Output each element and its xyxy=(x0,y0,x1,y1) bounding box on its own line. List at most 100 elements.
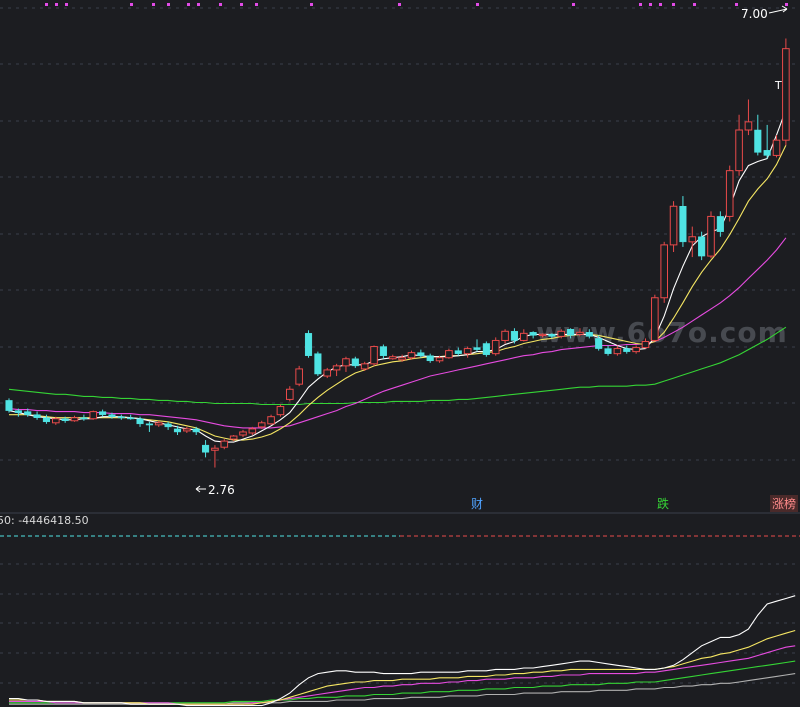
candle[interactable] xyxy=(454,347,462,356)
candle-body-up xyxy=(707,215,715,257)
candle-body-up xyxy=(154,422,163,426)
candle-body-down xyxy=(679,206,687,243)
candle-body-down xyxy=(454,350,462,354)
candle[interactable] xyxy=(501,329,509,344)
candle[interactable] xyxy=(782,38,790,146)
candle[interactable] xyxy=(332,363,341,377)
candle[interactable] xyxy=(286,386,294,402)
candle-body-down xyxy=(595,338,603,349)
candle[interactable] xyxy=(314,351,322,377)
candle[interactable] xyxy=(772,135,781,158)
candle-body-up xyxy=(407,352,416,359)
candle[interactable] xyxy=(482,341,490,357)
candle-body-up xyxy=(613,348,622,355)
candle[interactable] xyxy=(445,348,453,359)
top-marker xyxy=(659,3,662,6)
candle-body-down xyxy=(314,353,322,375)
candle[interactable] xyxy=(725,165,734,222)
candle-body-up xyxy=(276,406,285,416)
candle-body-up xyxy=(248,428,257,434)
candle[interactable] xyxy=(323,367,332,379)
candle[interactable] xyxy=(669,201,678,252)
candlestick-series[interactable] xyxy=(5,38,790,468)
candle[interactable] xyxy=(192,426,200,435)
candle-body-up xyxy=(641,340,650,349)
candle[interactable] xyxy=(651,294,659,342)
top-marker xyxy=(639,3,642,6)
candle[interactable] xyxy=(351,356,359,368)
candle-body-down xyxy=(426,355,434,362)
candle-body-up xyxy=(632,347,640,353)
candle[interactable] xyxy=(744,99,753,136)
candle[interactable] xyxy=(183,426,191,433)
signal-label: T xyxy=(774,79,782,92)
candle[interactable] xyxy=(80,414,88,421)
candle[interactable] xyxy=(763,124,771,159)
candle[interactable] xyxy=(276,404,285,417)
candle-body-down xyxy=(379,346,387,356)
candle[interactable] xyxy=(342,356,350,372)
candle[interactable] xyxy=(33,411,41,420)
candle-body-down xyxy=(14,410,22,413)
candle[interactable] xyxy=(89,410,98,420)
candle[interactable] xyxy=(520,329,528,342)
candle-body-down xyxy=(202,444,210,453)
candle[interactable] xyxy=(5,398,13,413)
candle[interactable] xyxy=(463,346,472,358)
candle-body-up xyxy=(538,333,547,337)
candle-body-down xyxy=(623,348,631,352)
candle[interactable] xyxy=(360,361,369,371)
candle-body-up xyxy=(398,357,406,361)
top-marker xyxy=(735,3,738,6)
top-marker xyxy=(45,3,48,6)
candle[interactable] xyxy=(660,241,669,303)
event-tags: 财 跌 涨榜 xyxy=(471,495,798,512)
event-tag-fall: 跌 xyxy=(657,496,669,511)
candle[interactable] xyxy=(164,421,172,430)
candle[interactable] xyxy=(388,354,397,360)
candle[interactable] xyxy=(491,337,500,356)
candle[interactable] xyxy=(117,414,125,420)
candle-body-down xyxy=(61,418,69,422)
candle[interactable] xyxy=(267,414,275,425)
candle[interactable] xyxy=(417,349,425,358)
candle[interactable] xyxy=(154,420,163,427)
top-marker xyxy=(310,3,313,6)
candle[interactable] xyxy=(379,344,387,359)
candle-body-down xyxy=(127,417,135,420)
candle[interactable] xyxy=(202,440,210,458)
candle[interactable] xyxy=(304,330,313,358)
candle-body-down xyxy=(108,414,116,417)
candle[interactable] xyxy=(679,196,687,247)
candle[interactable] xyxy=(473,339,481,352)
candle[interactable] xyxy=(510,328,518,344)
top-marker xyxy=(572,3,575,6)
candle-body-down xyxy=(763,150,771,156)
candle[interactable] xyxy=(370,345,378,366)
candle[interactable] xyxy=(145,421,153,432)
price-min-arrow-icon xyxy=(195,485,206,493)
top-marker xyxy=(219,3,222,6)
candle[interactable] xyxy=(239,429,247,438)
candle-body-up xyxy=(239,431,247,436)
candle-body-down xyxy=(80,417,88,420)
candle-body-up xyxy=(370,346,378,365)
candle[interactable] xyxy=(295,365,303,387)
candle-body-up xyxy=(688,236,697,243)
candle-body-up xyxy=(435,357,444,362)
candle-body-up xyxy=(220,440,229,448)
candle[interactable] xyxy=(716,211,724,237)
candle[interactable] xyxy=(426,353,434,363)
stock-chart[interactable]: www.6o7o.com 7.00 T 2.76 财 跌 涨榜 50: -444… xyxy=(0,0,800,707)
price-min-label: 2.76 xyxy=(208,483,235,497)
candle[interactable] xyxy=(99,409,107,417)
ma-fast-line xyxy=(8,109,787,443)
candle[interactable] xyxy=(211,445,219,468)
candle[interactable] xyxy=(688,226,697,258)
candle[interactable] xyxy=(735,114,743,176)
candle[interactable] xyxy=(220,439,229,450)
candle[interactable] xyxy=(70,415,79,422)
candle-body-up xyxy=(257,422,266,428)
candle[interactable] xyxy=(707,211,715,259)
candle-body-down xyxy=(473,347,481,350)
